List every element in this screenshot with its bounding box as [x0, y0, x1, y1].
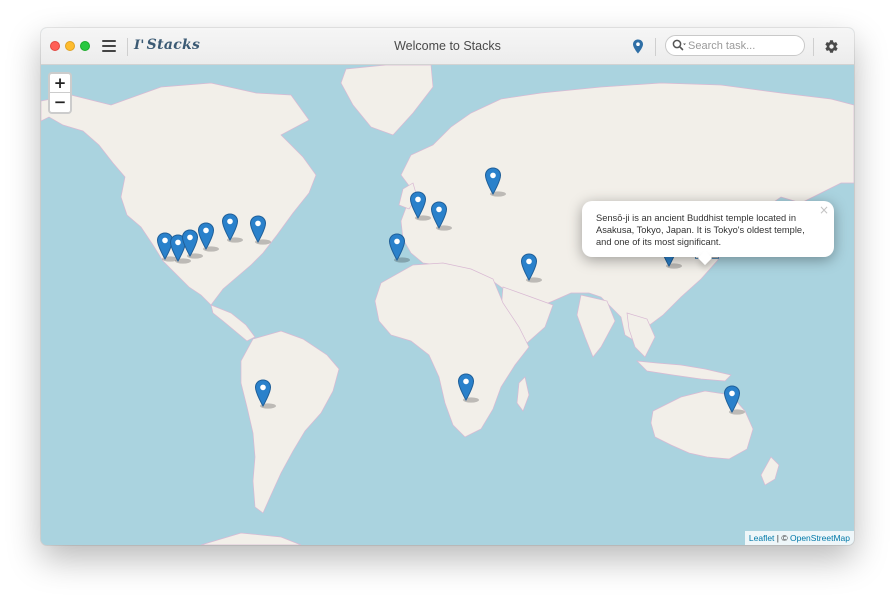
world-map[interactable]: + − × Sensō-ji is an ancient Buddhist te…	[41, 65, 854, 545]
marker-popup: × Sensō-ji is an ancient Buddhist temple…	[582, 201, 834, 266]
gear-icon[interactable]	[824, 39, 839, 54]
attribution-separator: | ©	[774, 533, 790, 543]
marker-chile[interactable]	[254, 379, 276, 409]
zoom-control: + −	[48, 72, 72, 114]
marker-australia[interactable]	[723, 385, 745, 415]
marker-gulf[interactable]	[520, 253, 542, 283]
openstreetmap-link[interactable]: OpenStreetMap	[790, 533, 850, 543]
marker-rockies[interactable]	[197, 222, 219, 252]
marker-london[interactable]	[409, 191, 431, 221]
marker-central-europe[interactable]	[430, 201, 452, 231]
map-land-layer	[41, 65, 854, 545]
app-window: I' Stacks Welcome to Stacks Search task.…	[41, 28, 854, 545]
title-bar: I' Stacks Welcome to Stacks	[41, 28, 854, 65]
land-indonesia	[636, 360, 732, 382]
search-input[interactable]	[688, 38, 800, 53]
land-new-zealand	[760, 456, 780, 486]
search-box[interactable]	[665, 35, 805, 56]
leaflet-link[interactable]: Leaflet	[749, 533, 775, 543]
land-central-america	[210, 304, 256, 342]
popup-text: Sensō-ji is an ancient Buddhist temple l…	[596, 213, 805, 248]
toolbar-divider	[813, 38, 814, 56]
marker-moscow[interactable]	[484, 167, 506, 197]
zoom-in-button[interactable]: +	[50, 74, 70, 93]
map-pin-icon[interactable]	[632, 39, 644, 54]
toolbar-divider	[655, 38, 656, 56]
marker-east-coast[interactable]	[249, 215, 271, 245]
map-attribution: Leaflet | © OpenStreetMap	[744, 531, 854, 545]
land-greenland	[340, 65, 434, 136]
land-north-america	[41, 82, 317, 306]
search-icon	[672, 39, 686, 57]
land-south-america	[240, 330, 340, 514]
land-madagascar	[516, 376, 530, 412]
marker-south-africa[interactable]	[457, 373, 479, 403]
zoom-out-button[interactable]: −	[50, 93, 70, 112]
marker-midwest[interactable]	[221, 213, 243, 243]
marker-iberia[interactable]	[388, 233, 410, 263]
land-antarctica	[200, 532, 302, 545]
